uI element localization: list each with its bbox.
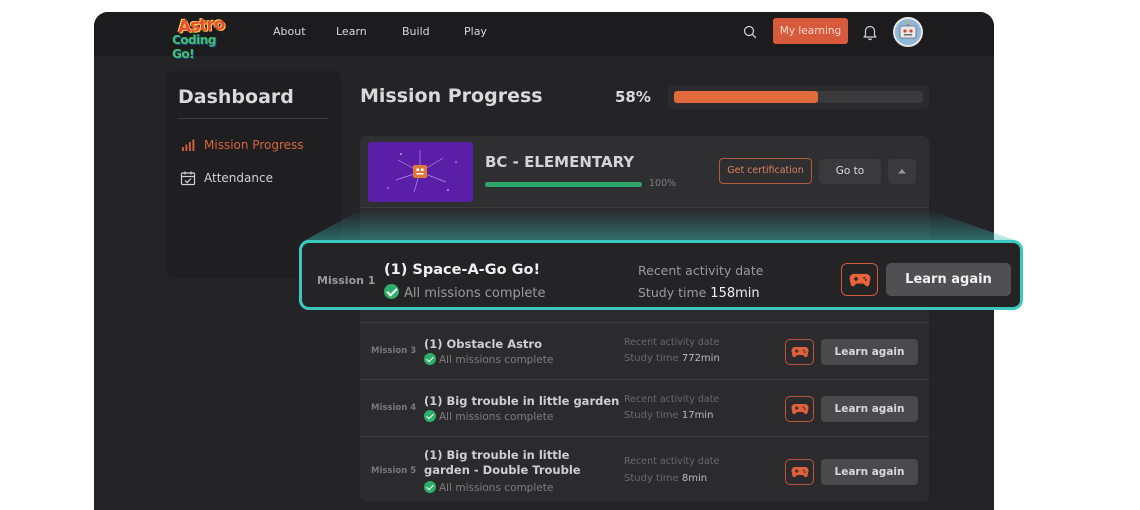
- nav-build[interactable]: Build: [402, 25, 430, 38]
- mission-number: Mission 4: [371, 403, 417, 413]
- top-navigation-bar: Astro Coding Go! About Learn Build Play …: [94, 12, 994, 61]
- nav-play[interactable]: Play: [464, 25, 487, 38]
- recent-activity-label: Recent activity date: [624, 394, 720, 405]
- mission-name: (1) Big trouble in little garden - Doubl…: [424, 448, 581, 477]
- overall-progress-bar: [668, 85, 929, 109]
- mission-status: All missions complete: [424, 353, 553, 366]
- play-game-button[interactable]: [785, 396, 814, 422]
- logo-line2: Coding Go!: [172, 33, 216, 61]
- study-time: Study time 8min: [624, 473, 708, 484]
- mission-status: All missions complete: [384, 284, 546, 301]
- mission-status: All missions complete: [424, 410, 553, 423]
- mission-status: All missions complete: [424, 481, 553, 494]
- my-learning-button[interactable]: My learning: [773, 18, 848, 44]
- gamepad-icon: [790, 403, 809, 415]
- overall-progress-percent: 58%: [615, 88, 651, 106]
- sidebar-item-label: Mission Progress: [204, 138, 304, 152]
- bar-chart-icon: [182, 139, 195, 151]
- mission-number: Mission 1: [317, 274, 376, 287]
- overall-progress-track: [674, 91, 923, 103]
- check-circle-icon: [424, 481, 436, 493]
- mission-name: (1) Obstacle Astro: [424, 337, 543, 351]
- avatar[interactable]: [893, 17, 923, 47]
- focused-mission-card: Mission 1 (1) Space-A-Go Go! All mission…: [299, 240, 1023, 310]
- gamepad-icon: [790, 466, 809, 478]
- chevron-up-icon: [898, 169, 906, 174]
- learn-again-button[interactable]: Learn again: [886, 263, 1011, 296]
- mission-number: Mission 3: [371, 346, 417, 356]
- gamepad-icon: [790, 346, 809, 358]
- course-header: BC - ELEMENTARY 100% Get certification G…: [360, 136, 929, 208]
- check-circle-icon: [424, 410, 436, 422]
- course-panel: BC - ELEMENTARY 100% Get certification G…: [360, 136, 929, 502]
- study-time: Study time 772min: [624, 353, 720, 364]
- mission-name: (1) Space-A-Go Go!: [384, 262, 541, 278]
- study-time: Study time 17min: [624, 410, 714, 421]
- robot-avatar-icon: [899, 21, 917, 39]
- study-time: Study time 158min: [638, 285, 760, 301]
- play-game-button[interactable]: [785, 339, 814, 365]
- play-game-button[interactable]: [841, 263, 878, 296]
- recent-activity-label: Recent activity date: [624, 456, 720, 467]
- sidebar-item-label: Attendance: [204, 171, 273, 185]
- page-title: Mission Progress: [360, 85, 543, 107]
- mission-row: Mission 3 (1) Obstacle Astro All mission…: [360, 322, 929, 379]
- calendar-check-icon: [180, 171, 196, 186]
- mission-row: Mission 4 (1) Big trouble in little gard…: [360, 379, 929, 436]
- go-to-button[interactable]: Go to: [819, 159, 881, 184]
- overall-progress-fill: [674, 91, 819, 103]
- recent-activity-label: Recent activity date: [638, 263, 764, 278]
- course-name: BC - ELEMENTARY: [485, 153, 635, 171]
- play-game-button[interactable]: [785, 459, 814, 485]
- collapse-button[interactable]: [888, 159, 916, 184]
- mission-name: (1) Big trouble in little garden: [424, 394, 620, 408]
- sidebar-divider: [178, 118, 328, 119]
- astro-coding-logo[interactable]: Astro Coding Go!: [172, 14, 238, 61]
- recent-activity-label: Recent activity date: [624, 337, 720, 348]
- mission-number: Mission 5: [371, 466, 417, 476]
- course-progress-percent: 100%: [649, 178, 677, 189]
- sidebar-title: Dashboard: [178, 86, 294, 108]
- check-circle-icon: [424, 353, 436, 365]
- space-thumbnail-icon: [387, 150, 457, 193]
- learn-again-button[interactable]: Learn again: [821, 396, 918, 422]
- bell-icon[interactable]: [862, 23, 878, 41]
- mission-row: Mission 5 (1) Big trouble in little gard…: [360, 436, 929, 502]
- gamepad-icon: [849, 273, 870, 286]
- course-progress-fill: [485, 182, 642, 187]
- course-progress-bar: [485, 182, 642, 187]
- nav-about[interactable]: About: [273, 25, 306, 38]
- check-circle-icon: [384, 284, 399, 299]
- search-icon[interactable]: [742, 24, 758, 40]
- learn-again-button[interactable]: Learn again: [821, 339, 918, 365]
- get-certification-button[interactable]: Get certification: [719, 158, 812, 184]
- course-thumbnail[interactable]: [368, 142, 473, 202]
- nav-learn[interactable]: Learn: [336, 25, 367, 38]
- learn-again-button[interactable]: Learn again: [821, 459, 918, 485]
